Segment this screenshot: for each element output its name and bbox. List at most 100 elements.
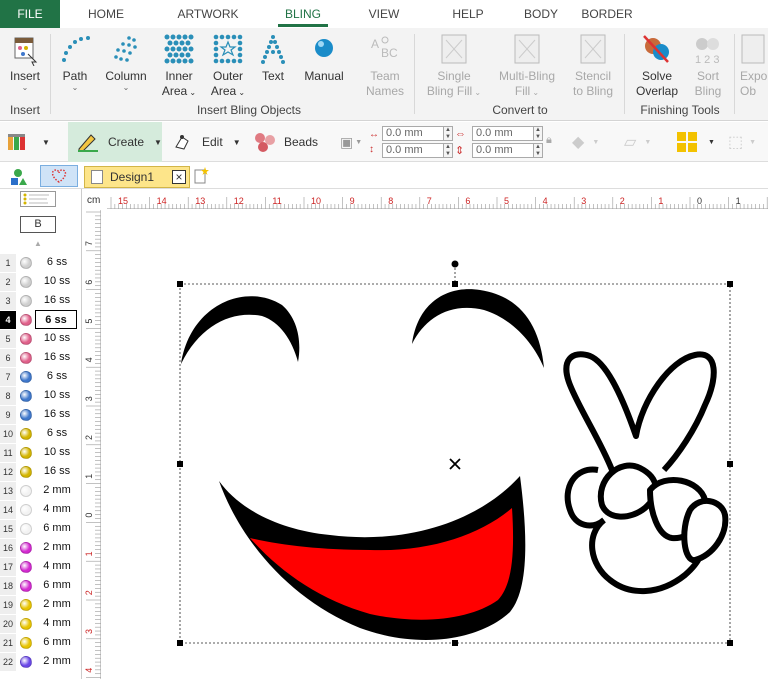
palette-row-number: 7 xyxy=(0,368,16,386)
width-stepper[interactable]: ▲ ▼ xyxy=(534,126,543,141)
transform-dropdown[interactable]: ▱ ▼ xyxy=(624,122,668,162)
palette-row[interactable]: 1 6 ss xyxy=(0,253,82,272)
palette-row-size: 2 mm xyxy=(43,598,71,610)
rhinestone-swatch-icon xyxy=(20,618,32,630)
close-icon[interactable]: × xyxy=(172,170,186,184)
palette-letter-box[interactable]: B xyxy=(20,216,56,233)
solve-overlap-button[interactable]: Solve Overlap xyxy=(632,32,682,99)
export-button[interactable]: Expo Ob xyxy=(740,32,768,99)
beads-button[interactable]: Beads xyxy=(252,122,322,162)
tab-file[interactable]: FILE xyxy=(0,0,60,28)
group-divider xyxy=(734,34,735,114)
tab-artwork[interactable]: ARTWORK xyxy=(172,0,244,28)
scroll-up-icon[interactable]: ▲ xyxy=(34,239,42,248)
new-document-icon[interactable] xyxy=(193,166,209,184)
palette-row[interactable]: 3 16 ss xyxy=(0,291,82,310)
height-stepper[interactable]: ▲ ▼ xyxy=(534,143,543,158)
palette-row-number: 18 xyxy=(0,577,16,595)
tab-home[interactable]: HOME xyxy=(80,0,132,28)
manual-button[interactable]: Manual xyxy=(300,32,348,84)
artwork-svg xyxy=(177,260,733,646)
palette-row[interactable]: 14 4 mm xyxy=(0,500,82,519)
design-canvas[interactable] xyxy=(102,210,768,679)
palette-row[interactable]: 13 2 mm xyxy=(0,481,82,500)
palette-row[interactable]: 18 6 mm xyxy=(0,576,82,595)
single-bling-fill-button[interactable]: Single Bling Fill ⌄ xyxy=(422,32,486,100)
height-field[interactable]: 0.0 mm xyxy=(472,143,534,158)
document-tab-design1[interactable]: Design1 × xyxy=(84,166,190,188)
bling-view-toggle[interactable] xyxy=(40,165,78,187)
group-dropdown[interactable]: ⬚ ▼ xyxy=(728,122,768,162)
resize-handle-w xyxy=(177,461,183,467)
palette-row[interactable]: 12 16 ss xyxy=(0,462,82,481)
palette-row[interactable]: 10 6 ss xyxy=(0,424,82,443)
x-position-stepper[interactable]: ▲ ▼ xyxy=(444,126,453,141)
ribbon: Insert ⌄ Insert Path ⌄ Column ⌄ Inner Ar… xyxy=(0,28,768,121)
outer-area-icon xyxy=(213,34,243,64)
team-names-label-line2: Names xyxy=(365,84,404,98)
palette-row-size: 2 mm xyxy=(43,541,71,553)
palette-dropdown[interactable]: ▼ xyxy=(6,122,58,162)
solve-overlap-label-line1: Solve xyxy=(641,69,673,83)
shapes-view-icon[interactable] xyxy=(6,167,30,187)
palette-row[interactable]: 7 6 ss xyxy=(0,367,82,386)
inner-area-button[interactable]: Inner Area ⌄ xyxy=(158,32,200,100)
width-field[interactable]: 0.0 mm xyxy=(472,126,534,141)
palette-row[interactable]: 19 2 mm xyxy=(0,595,82,614)
lock-icon[interactable]: 🔒︎ xyxy=(546,134,552,147)
y-position-field[interactable]: 0.0 mm xyxy=(382,143,444,158)
rhinestone-swatch-icon xyxy=(20,637,32,649)
export-label-line1: Expo xyxy=(740,69,768,83)
palette-row-number: 11 xyxy=(0,444,16,462)
palette-row-size: 2 mm xyxy=(43,484,71,496)
palette-row[interactable]: 16 2 mm xyxy=(0,538,82,557)
tab-border[interactable]: BORDER xyxy=(578,0,636,28)
horizontal-ruler: 15 14 13 12 11 10 9 8 7 6 5 4 3 2 1 0 1 xyxy=(107,193,768,209)
y-position-stepper[interactable]: ▲ ▼ xyxy=(444,143,453,158)
tab-bling[interactable]: BLING xyxy=(278,0,328,28)
tab-view[interactable]: VIEW xyxy=(362,0,406,28)
palette-row[interactable]: 9 16 ss xyxy=(0,405,82,424)
multi-bling-fill-button[interactable]: Multi-Bling Fill ⌄ xyxy=(494,32,560,100)
ruler-v-label: 7 xyxy=(84,241,94,246)
tab-help[interactable]: HELP xyxy=(446,0,490,28)
palette-row[interactable]: 4 6 ss xyxy=(0,310,82,329)
team-names-button[interactable]: A BC Team Names xyxy=(362,32,408,99)
column-button[interactable]: Column ⌄ xyxy=(102,32,150,92)
palette-row[interactable]: 5 10 ss xyxy=(0,329,82,348)
edit-button[interactable]: Edit ▼ xyxy=(172,122,244,162)
path-button[interactable]: Path ⌄ xyxy=(56,32,94,92)
palette-row-size: 4 mm xyxy=(43,560,71,572)
tab-body[interactable]: BODY xyxy=(518,0,564,28)
palette-row-size: 6 mm xyxy=(43,579,71,591)
palette-row[interactable]: 11 10 ss xyxy=(0,443,82,462)
group-convert-label: Convert to xyxy=(492,103,548,117)
palette-row[interactable]: 6 16 ss xyxy=(0,348,82,367)
resize-handle-sw xyxy=(177,640,183,646)
shape-dropdown[interactable]: ◆ ▼ xyxy=(572,122,614,162)
column-dots-icon xyxy=(114,36,137,62)
palette-row[interactable]: 20 4 mm xyxy=(0,614,82,633)
palette-row[interactable]: 8 10 ss xyxy=(0,386,82,405)
palette-row[interactable]: 15 6 mm xyxy=(0,519,82,538)
palette-row[interactable]: 2 10 ss xyxy=(0,272,82,291)
align-dropdown[interactable]: ▣ ▼ xyxy=(340,122,368,162)
sort-bling-button[interactable]: 1 2 3 Sort Bling xyxy=(688,32,728,99)
insert-button[interactable]: Insert ⌄ xyxy=(4,32,46,92)
text-button[interactable]: Text xyxy=(256,32,290,84)
palette-icon xyxy=(8,134,25,150)
chevron-down-icon: ▼ xyxy=(708,138,715,146)
create-button[interactable]: Create ▼ xyxy=(68,122,162,162)
outer-area-button[interactable]: Outer Area ⌄ xyxy=(206,32,250,100)
create-pencil-icon xyxy=(78,134,98,152)
x-position-field[interactable]: 0.0 mm xyxy=(382,126,444,141)
palette-row[interactable]: 17 4 mm xyxy=(0,557,82,576)
resize-handle-e xyxy=(727,461,733,467)
palette-preview-thumbnail[interactable] xyxy=(20,191,56,207)
stencil-to-bling-icon xyxy=(580,34,606,64)
rotate-handle[interactable] xyxy=(451,260,459,268)
palette-row[interactable]: 21 6 mm xyxy=(0,633,82,652)
palette-row[interactable]: 22 2 mm xyxy=(0,652,82,671)
stencil-to-bling-button[interactable]: Stencil to Bling xyxy=(568,32,618,99)
grid-layout-dropdown[interactable]: ▼ xyxy=(676,122,720,162)
